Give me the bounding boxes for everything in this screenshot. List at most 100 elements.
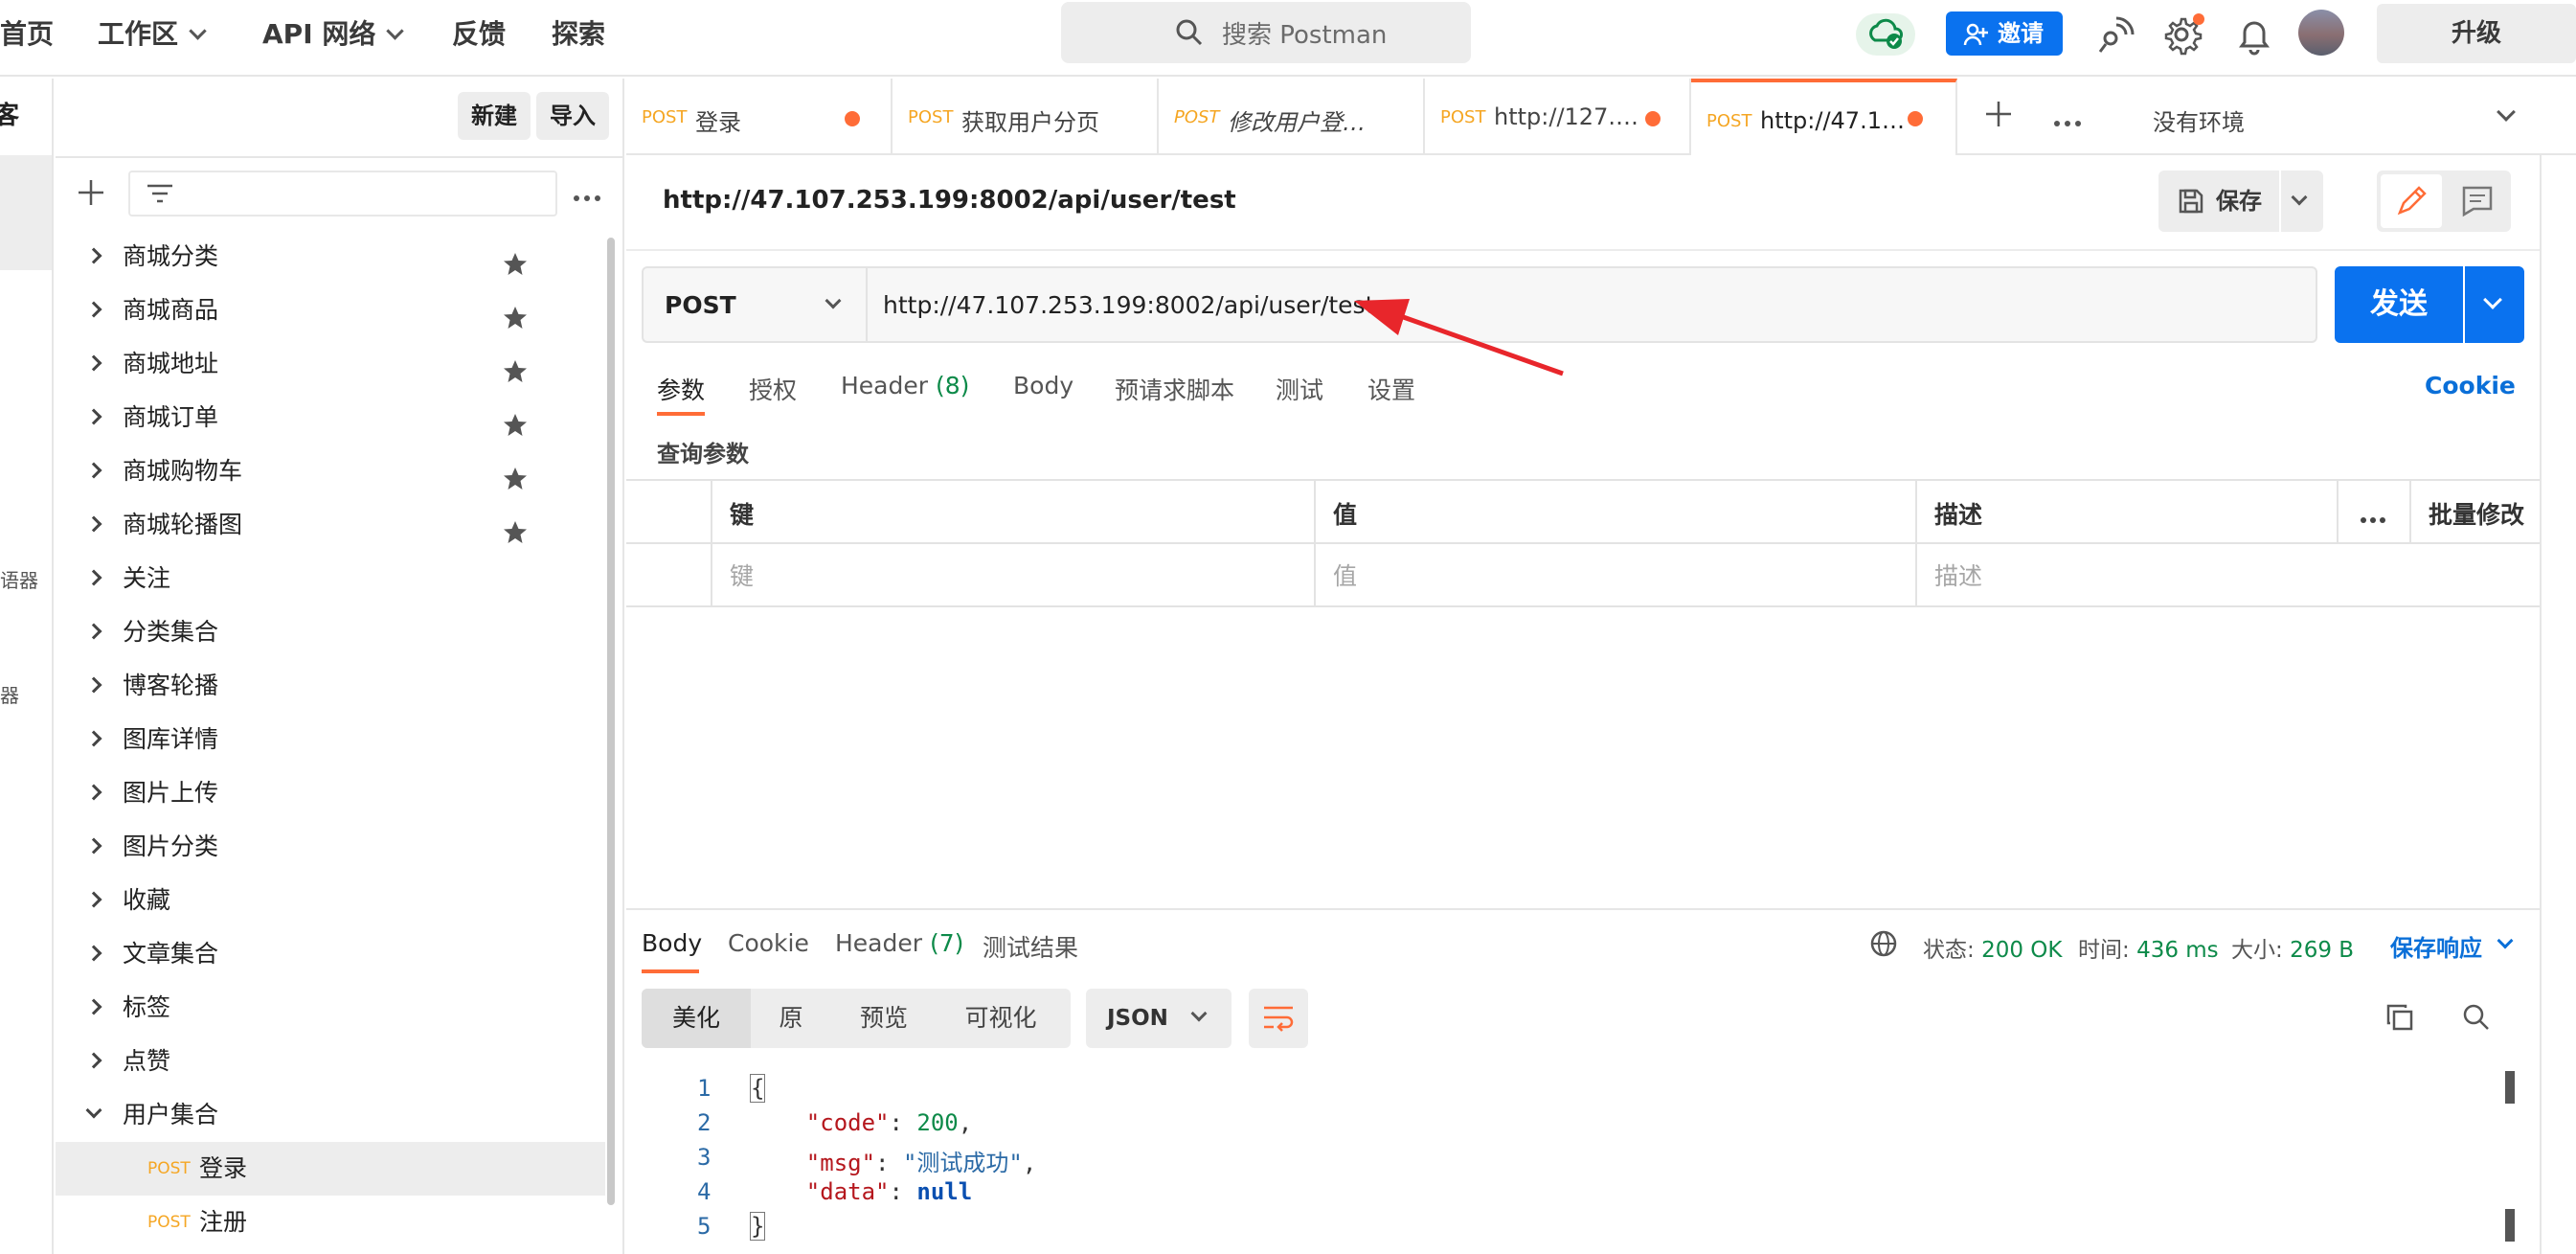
table-more-icon[interactable]	[2360, 510, 2386, 528]
tab-tests[interactable]: 测试	[1276, 372, 1323, 406]
gear-icon[interactable]	[2162, 13, 2204, 56]
tab-auth[interactable]: 授权	[749, 372, 797, 406]
chevron-right-icon[interactable]	[85, 462, 102, 479]
chevron-right-icon[interactable]	[85, 784, 102, 801]
avatar[interactable]	[2298, 10, 2344, 56]
chevron-right-icon[interactable]	[85, 515, 102, 533]
chevron-right-icon[interactable]	[85, 837, 102, 855]
invite-button[interactable]: 邀请	[1946, 11, 2063, 56]
sidebar-collection[interactable]: 图片分类	[56, 820, 605, 874]
sidebar-collection[interactable]: 用户集合	[56, 1088, 605, 1142]
tab-active-request[interactable]: POST http://47.1…	[1691, 79, 1957, 155]
chevron-right-icon[interactable]	[85, 569, 102, 586]
collection-filter-input[interactable]	[128, 171, 557, 217]
cookies-link[interactable]: Cookie	[2425, 372, 2516, 399]
globe-icon[interactable]	[1869, 929, 1898, 962]
tab-body[interactable]: Body	[1013, 372, 1073, 399]
format-select[interactable]: JSON	[1086, 989, 1232, 1048]
sidebar-request[interactable]: POST 登录	[56, 1142, 605, 1196]
sidebar-collection[interactable]: 标签	[56, 981, 605, 1035]
tab-get-user-page[interactable]: POST 获取用户分页	[893, 79, 1159, 155]
request-title[interactable]: http://47.107.253.199:8002/api/user/test	[663, 186, 1236, 215]
tab-settings[interactable]: 设置	[1367, 372, 1415, 406]
chevron-right-icon[interactable]	[85, 945, 102, 962]
environment-select[interactable]: 没有环境	[2153, 103, 2245, 137]
upgrade-button[interactable]: 升级	[2377, 4, 2576, 63]
sidebar-request[interactable]: POST 注册	[56, 1196, 605, 1249]
chevron-right-icon[interactable]	[85, 676, 102, 694]
chevron-right-icon[interactable]	[85, 891, 102, 908]
save-response-button[interactable]: 保存响应	[2390, 929, 2482, 963]
bulk-edit-button[interactable]: 批量修改	[2429, 496, 2524, 531]
status-badge[interactable]: 状态: 200 OK	[1923, 931, 2062, 964]
nav-workspaces[interactable]: 工作区	[98, 13, 207, 56]
param-key-input[interactable]: 键	[730, 558, 754, 592]
new-button[interactable]: 新建	[458, 92, 531, 140]
chevron-right-icon[interactable]	[85, 301, 102, 318]
chevron-down-icon[interactable]	[85, 1102, 102, 1119]
sidebar-collection[interactable]: 商城地址	[56, 337, 605, 391]
editor-scrollbar[interactable]	[2505, 1071, 2515, 1104]
method-select[interactable]: POST	[642, 266, 866, 343]
tab-login[interactable]: POST 登录	[626, 79, 893, 155]
sidebar-collection[interactable]: 商城轮播图	[56, 498, 605, 552]
wrap-lines-button[interactable]	[1249, 989, 1308, 1048]
send-button[interactable]: 发送	[2335, 266, 2463, 343]
sidebar-collection[interactable]: 关注	[56, 552, 605, 605]
chevron-right-icon[interactable]	[85, 408, 102, 425]
chevron-right-icon[interactable]	[85, 730, 102, 747]
sidebar-collection[interactable]: 商城分类	[56, 230, 605, 284]
bell-icon[interactable]	[2233, 13, 2275, 56]
tab-headers[interactable]: Header (8)	[841, 372, 969, 399]
editor-scrollbar[interactable]	[2505, 1209, 2515, 1242]
nav-explore[interactable]: 探索	[552, 13, 605, 56]
url-input[interactable]: http://47.107.253.199:8002/api/user/test	[866, 266, 2317, 343]
response-body-editor[interactable]: 1 2 3 4 5 { "code": 200, "msg": "测试成功", …	[626, 1069, 2503, 1251]
param-value-input[interactable]: 值	[1333, 558, 1357, 592]
rail-item-label[interactable]: 器	[0, 680, 19, 708]
search-icon[interactable]	[2461, 1002, 2492, 1037]
sidebar-collection[interactable]: 文章集合	[56, 927, 605, 981]
tabs-more-icon[interactable]	[2053, 113, 2082, 131]
view-raw-button[interactable]: 原	[751, 989, 831, 1048]
sidebar-collection[interactable]: 点赞	[56, 1035, 605, 1088]
view-visualize-button[interactable]: 可视化	[937, 989, 1065, 1048]
save-dropdown-button[interactable]	[2281, 171, 2323, 232]
nav-api-network[interactable]: API 网络	[262, 13, 405, 56]
response-tab-headers[interactable]: Header (7)	[835, 929, 963, 957]
view-preview-button[interactable]: 预览	[831, 989, 937, 1048]
nav-feedback[interactable]: 反馈	[452, 13, 506, 56]
chevron-right-icon[interactable]	[85, 623, 102, 640]
send-dropdown-button[interactable]	[2465, 266, 2524, 343]
sidebar-collection[interactable]: 博客轮播	[56, 659, 605, 713]
param-description-input[interactable]: 描述	[1934, 558, 1982, 592]
sidebar-collection[interactable]: 分类集合	[56, 605, 605, 659]
tab-edit-user-login[interactable]: POST 修改用户登…	[1159, 79, 1425, 155]
more-icon[interactable]	[573, 188, 601, 206]
rail-item-collections[interactable]	[0, 155, 52, 270]
sidebar-collection[interactable]: 收藏	[56, 874, 605, 927]
chevron-right-icon[interactable]	[85, 247, 102, 264]
cloud-sync-icon[interactable]	[1856, 13, 1915, 56]
search-input[interactable]: 搜索 Postman	[1061, 2, 1471, 63]
tab-params[interactable]: 参数	[657, 372, 705, 406]
satellite-icon[interactable]	[2093, 13, 2135, 56]
edit-mode-button[interactable]	[2381, 174, 2442, 228]
nav-home[interactable]: 首页	[0, 13, 54, 56]
sidebar-collection[interactable]: 图库详情	[56, 713, 605, 766]
rail-item-label[interactable]: 语器	[0, 565, 38, 593]
new-tab-icon[interactable]	[1984, 100, 2013, 132]
chevron-down-icon[interactable]	[2497, 932, 2514, 949]
chevron-right-icon[interactable]	[85, 1052, 102, 1069]
response-time[interactable]: 时间: 436 ms	[2078, 931, 2219, 964]
view-pretty-button[interactable]: 美化	[642, 989, 751, 1048]
import-button[interactable]: 导入	[536, 92, 609, 140]
save-button[interactable]: 保存	[2158, 171, 2279, 232]
sidebar-collection[interactable]: 商城购物车	[56, 445, 605, 498]
sidebar-collection[interactable]: 图片上传	[56, 766, 605, 820]
add-collection-icon[interactable]	[77, 178, 105, 211]
comments-button[interactable]	[2448, 174, 2507, 228]
response-tab-body[interactable]: Body	[642, 929, 702, 957]
tab-localhost[interactable]: POST http://127.…	[1425, 79, 1691, 155]
sidebar-collection[interactable]: 商城商品	[56, 284, 605, 337]
